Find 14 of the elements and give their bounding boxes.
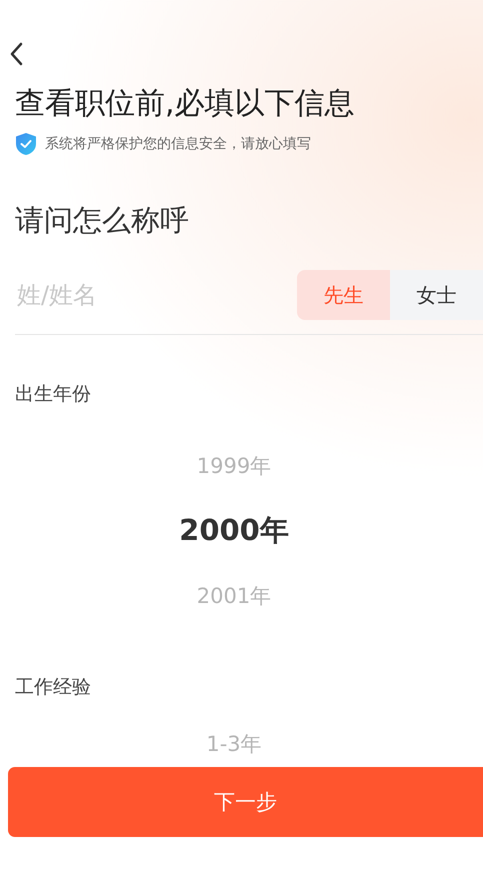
picker-option[interactable]: 2001年 [196,563,272,628]
picker-option[interactable]: 1999年 [196,433,272,498]
picker-option[interactable]: 2000年 [179,498,289,563]
shield-check-icon [15,132,37,156]
salutation-toggle[interactable]: 先生 [297,270,390,320]
name-question: 请问怎么称呼 [15,202,190,239]
back-icon[interactable] [9,42,23,66]
work-experience-label: 工作经验 [15,675,92,700]
birth-year-label: 出生年份 [15,382,92,407]
page-title: 查看职位前,必填以下信息 [15,85,356,123]
privacy-notice: 系统将严格保护您的信息安全，请放心填写 [45,135,311,153]
picker-option[interactable]: 1-3年 [206,730,262,758]
salutation-toggle[interactable]: 女士 [390,270,483,320]
next-button[interactable]: 下一步 [8,767,483,837]
